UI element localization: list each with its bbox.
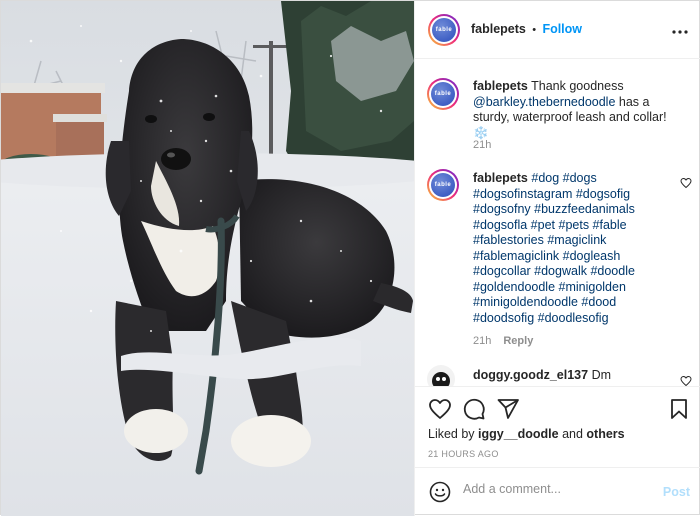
third-comment-text: doggy.goodz_el137 Dm xyxy=(473,368,673,384)
caption-text: fablepets Thank goodness @barkley.theber… xyxy=(473,79,673,141)
likes-prefix: Liked by xyxy=(428,427,479,441)
avatar-label: fable xyxy=(432,18,456,42)
hashtag-links[interactable]: #dog #dogs #dogsofinstagram #dogsofig #d… xyxy=(473,171,635,325)
comment-composer: Post xyxy=(415,467,700,516)
emoji-icon[interactable] xyxy=(428,480,452,504)
like-comment-heart-icon[interactable] xyxy=(680,177,692,189)
post-sidebar: fable fablepets • Follow fable fablepets… xyxy=(414,1,700,516)
avatar-label: fable xyxy=(431,173,455,197)
avatar-label: fable xyxy=(431,82,455,106)
avatar[interactable]: fable xyxy=(428,14,460,46)
like-comment-heart-icon[interactable] xyxy=(680,375,692,386)
hashtag-meta: 21h Reply xyxy=(473,335,533,347)
third-comment-username[interactable]: doggy.goodz_el137 xyxy=(473,368,588,382)
avatar[interactable]: fable xyxy=(427,78,459,110)
more-icon[interactable] xyxy=(672,21,688,39)
hashtag-text: fablepets #dog #dogs #dogsofinstagram #d… xyxy=(473,171,673,326)
comment-input[interactable] xyxy=(463,482,643,496)
heart-icon[interactable] xyxy=(428,397,452,421)
separator-dot: • xyxy=(532,24,537,36)
comment-icon[interactable] xyxy=(462,397,486,421)
comments-list[interactable]: fable fablepets Thank goodness @barkley.… xyxy=(415,60,700,386)
liked-by-user-link[interactable]: iggy__doodle xyxy=(478,427,559,441)
post-header: fable fablepets • Follow xyxy=(415,1,700,59)
caption-mention-link[interactable]: @barkley.thebernedoodle xyxy=(473,95,615,109)
header-username[interactable]: fablepets xyxy=(471,22,526,36)
post-photo[interactable] xyxy=(1,1,414,516)
dog-in-snow-image xyxy=(1,1,414,516)
caption-text-before: Thank goodness xyxy=(531,79,624,93)
hashtag-username[interactable]: fablepets xyxy=(473,171,528,185)
avatar[interactable] xyxy=(427,365,455,386)
hashtag-time: 21h xyxy=(473,335,492,347)
likes-summary: Liked by iggy__doodle and others xyxy=(428,427,625,441)
post-comment-button[interactable]: Post xyxy=(663,485,690,499)
instagram-post: fable fablepets • Follow fable fablepets… xyxy=(0,0,700,516)
reply-button[interactable]: Reply xyxy=(503,335,533,347)
third-comment-body: Dm xyxy=(591,368,612,382)
caption-username[interactable]: fablepets xyxy=(473,79,528,93)
post-timestamp[interactable]: 21 HOURS AGO xyxy=(428,449,499,459)
likes-mid: and xyxy=(558,427,587,441)
action-bar: Liked by iggy__doodle and others 21 HOUR… xyxy=(415,386,700,466)
share-icon[interactable] xyxy=(496,397,520,421)
liked-by-others-link[interactable]: others xyxy=(586,427,624,441)
bookmark-icon[interactable] xyxy=(667,397,691,421)
follow-button[interactable]: Follow xyxy=(542,22,582,36)
caption-time: 21h xyxy=(473,139,492,151)
avatar[interactable]: fable xyxy=(427,169,459,201)
